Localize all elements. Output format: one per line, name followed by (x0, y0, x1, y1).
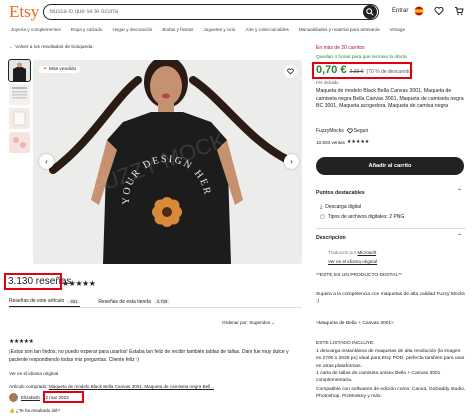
search-icon (366, 8, 374, 16)
tab-label: Reseñas de esta tienda (98, 298, 151, 305)
etsy-logo[interactable]: Etsy (9, 2, 39, 22)
thumbnail[interactable] (9, 132, 30, 153)
highlight-item: ⤓ Descarga digital (320, 204, 361, 210)
thumbnail-strip (8, 59, 31, 156)
description-paragraph: 1 carta de tallas de camiseta unisex Bel… (316, 371, 441, 384)
description-original-link[interactable]: Ver en el idioma original (328, 259, 377, 264)
signin-link[interactable]: Entrar (392, 8, 408, 14)
purchased-prefix: Artículo comprado: (9, 384, 48, 389)
description-paragraph: 1 descarga instantánea de maquetas de al… (316, 349, 465, 369)
file-icon: ▢ (320, 214, 325, 220)
avatar (9, 393, 18, 402)
description-paragraph: **ESTE ES UN PRODUCTO DIGITAL** (316, 273, 402, 278)
add-to-cart-button[interactable]: Añadir al carrito (316, 157, 464, 175)
thumbnail[interactable] (9, 84, 30, 105)
translated-by: Traducido por (328, 250, 357, 255)
vat-note: IVA incluido (316, 80, 339, 85)
follow-button[interactable]: Seguir (347, 128, 368, 134)
highlight-box-reviews (4, 273, 62, 290)
category-home[interactable]: Hogar y decoración (112, 27, 152, 32)
tab-label: Reseñas de este artículo (9, 298, 65, 304)
reviews-tabs: Reseñas de este artículo 401 Reseñas de … (9, 296, 302, 308)
chevron-right-icon: › (290, 157, 293, 166)
sales-count: 10.803 ventas (316, 139, 345, 145)
tab-item-reviews[interactable]: Reseñas de este artículo 401 (9, 296, 81, 307)
reviews-stars: ★★★★★ (62, 279, 96, 288)
category-art[interactable]: Arte y coleccionables (245, 27, 288, 32)
category-clothing[interactable]: Ropa y calzado (71, 27, 103, 32)
prev-image-button[interactable]: ‹ (39, 154, 54, 169)
heart-icon (347, 128, 353, 134)
review-username[interactable]: Elizabeth (21, 395, 40, 400)
category-jewelry[interactable]: Joyería y complementos (11, 27, 61, 32)
chevron-up-icon[interactable]: ⌃ (457, 233, 462, 240)
thumbnail[interactable] (8, 59, 31, 82)
category-bar: Joyería y complementos Ropa y calzado Ho… (0, 24, 474, 34)
heart-icon (287, 68, 294, 75)
badge-icon: ✦ (43, 67, 48, 72)
description-paragraph: Compatible con softwares de edición como… (316, 387, 466, 400)
search-input[interactable] (50, 9, 363, 15)
back-link-label: Volver a los resultados de búsqueda (15, 45, 93, 50)
follow-label: Seguir (353, 128, 369, 134)
tab-count: 2.729 (153, 299, 171, 304)
in-carts-notice: En más de 20 carritos (316, 45, 365, 51)
chevron-down-icon: ⌄ (271, 320, 276, 325)
translation-note: Traducido por Microsoft (328, 250, 376, 255)
heart-icon[interactable] (434, 6, 444, 16)
translator-name: Microsoft (357, 250, 377, 255)
bestseller-badge: ✦ Más vendido (39, 66, 81, 73)
shop-sales-row: 10.803 ventas ★★★★★ (316, 139, 369, 145)
description-paragraph: ≈Maqueta de Bella + Canvas 3001≈ (316, 321, 394, 326)
highlights-heading[interactable]: Puntos destacables (316, 190, 365, 196)
purchased-item-link[interactable]: Maqueta de modelo Black Bella Canvas 300… (49, 384, 214, 389)
chevron-up-icon[interactable]: ⌃ (457, 188, 462, 195)
offer-countdown: Quedan 4 horas para que termine la ofert… (316, 55, 407, 60)
shop-stars: ★★★★★ (346, 139, 370, 145)
category-crafts[interactable]: Manualidades y material para artesanía (299, 27, 380, 32)
thumbnail[interactable] (9, 108, 30, 129)
highlight-box-price (312, 62, 412, 79)
highlight-box-date (43, 391, 84, 403)
badge-label: Más vendido (49, 67, 77, 72)
thumbs-up-icon: 👍 (9, 408, 16, 413)
category-weddings[interactable]: Bodas y fiestas (162, 27, 193, 32)
sort-label: Ordenar por: Sugeridos (222, 320, 271, 325)
product-main-image[interactable]: YOUR DESIGN HERE FUZZY MOCKS (33, 60, 302, 264)
review-stars: ★★★★★ (9, 339, 34, 345)
sort-dropdown[interactable]: Ordenar por: Sugeridos ⌄ (222, 320, 275, 326)
category-vintage[interactable]: Vintage (390, 27, 406, 32)
shop-name[interactable]: FuzzyMocks (316, 128, 344, 134)
review-helpful-button[interactable]: 👍 ¿Te ha resultado útil? (9, 408, 60, 414)
listing-title: Maqueta de modelo Black Bella Canvas 300… (316, 88, 464, 109)
review-original-language-link[interactable]: Ver en el idioma original (9, 371, 58, 376)
tab-shop-reviews[interactable]: Reseñas de esta tienda 2.729 (98, 296, 171, 307)
highlight-item: ▢ Tipos de archivos digitales: 2 PNG (320, 214, 404, 220)
review-purchased-item: Artículo comprado: Maqueta de modelo Bla… (9, 384, 214, 389)
highlight-label: Tipos de archivos digitales: 2 PNG (327, 214, 405, 220)
favorite-button[interactable] (284, 65, 297, 78)
helpful-label: ¿Te ha resultado útil? (16, 408, 60, 413)
seller-row: FuzzyMocks Seguir (316, 128, 368, 134)
flag-icon[interactable] (414, 6, 424, 16)
cart-icon[interactable] (454, 6, 464, 16)
highlight-label: Descarga digital (325, 204, 362, 210)
download-icon: ⤓ (320, 204, 323, 210)
chevron-left-icon: ‹ (45, 157, 48, 166)
flower-graphic (152, 197, 182, 227)
next-image-button[interactable]: › (284, 154, 299, 169)
top-header: Etsy Entrar (0, 0, 474, 24)
divider (316, 228, 466, 229)
tab-count: 401 (67, 298, 81, 304)
search-button[interactable] (363, 5, 377, 19)
review-text: ¡Estos son tan lindos, no puedo esperar … (9, 349, 289, 363)
description-paragraph: ESTE LISTADO INCLUYE: (316, 341, 375, 346)
search-bar[interactable] (43, 4, 379, 20)
category-toys[interactable]: Juguetes y ocio (203, 27, 235, 32)
description-paragraph: Supera a la competencia con maquetas de … (316, 292, 465, 305)
description-heading[interactable]: Descripción (316, 235, 346, 241)
back-to-results-link[interactable]: ← Volver a los resultados de búsqueda (9, 45, 92, 50)
